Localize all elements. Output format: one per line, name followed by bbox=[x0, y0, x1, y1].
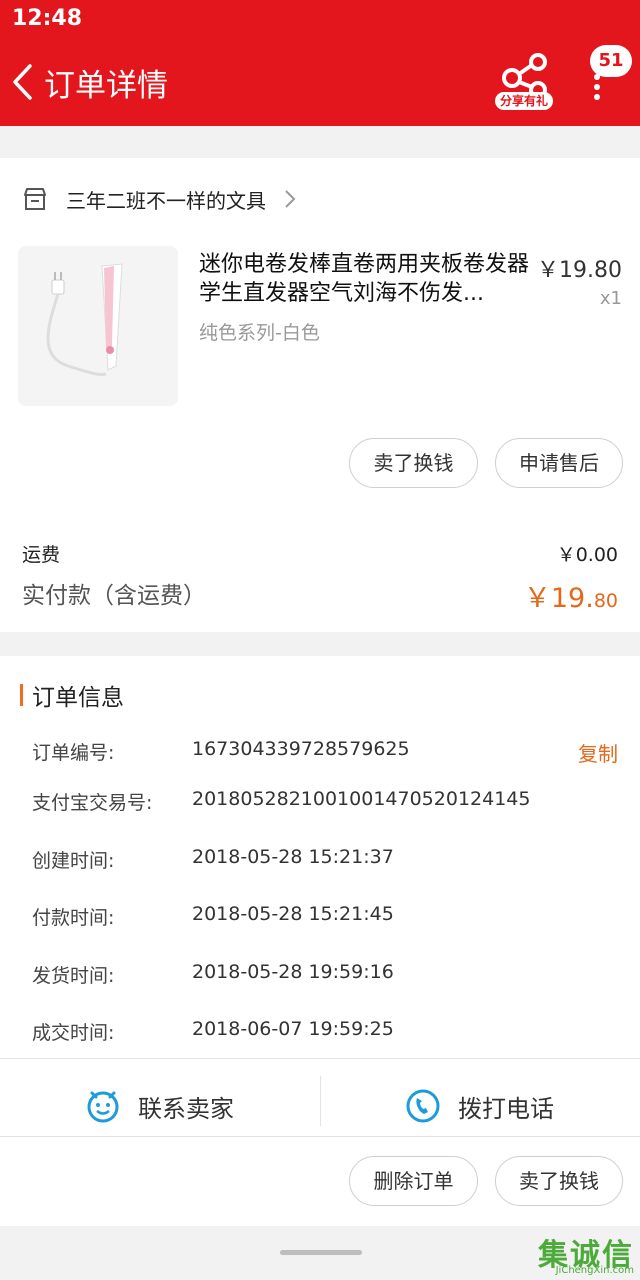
product-title[interactable]: 迷你电卷发棒直卷两用夹板卷发器学生直发器空气刘海不伤发... bbox=[199, 250, 529, 308]
divider bbox=[320, 1076, 321, 1126]
paid-time-row: 付款时间: 2018-05-28 15:21:45 bbox=[32, 903, 618, 933]
shop-row[interactable]: 三年二班不一样的文具 bbox=[22, 184, 296, 214]
delete-order-button[interactable]: 删除订单 bbox=[349, 1156, 478, 1206]
shop-name: 三年二班不一样的文具 bbox=[66, 188, 266, 213]
info-label: 发货时间: bbox=[32, 965, 115, 987]
product-quantity: x1 bbox=[599, 288, 622, 309]
shipping-value: ￥0.00 bbox=[556, 544, 618, 566]
paid-amount-label: 实付款（含运费） bbox=[22, 583, 206, 609]
info-value: 167304339728579625 bbox=[192, 738, 410, 760]
call-phone-label: 拨打电话 bbox=[458, 1094, 554, 1123]
info-label: 支付宝交易号: bbox=[32, 792, 153, 814]
info-label: 付款时间: bbox=[32, 907, 115, 929]
sell-for-cash-button[interactable]: 卖了换钱 bbox=[349, 438, 478, 488]
contact-seller-label: 联系卖家 bbox=[138, 1094, 234, 1123]
back-arrow-icon[interactable] bbox=[10, 62, 36, 102]
page-title: 订单详情 bbox=[44, 68, 168, 104]
chat-smile-icon bbox=[87, 1091, 119, 1123]
shipped-time-row: 发货时间: 2018-05-28 19:59:16 bbox=[32, 961, 618, 991]
order-item-card: 三年二班不一样的文具 迷你电卷发棒直卷两用夹板卷发器学生直发器空气刘海不伤发..… bbox=[0, 158, 640, 632]
shipping-label: 运费 bbox=[22, 544, 61, 566]
order-info-title: 订单信息 bbox=[32, 685, 124, 711]
paid-amount-main: ￥19. bbox=[523, 583, 594, 614]
section-accent-bar bbox=[20, 684, 23, 706]
product-variant: 纯色系列-白色 bbox=[199, 322, 320, 344]
paid-amount-value: ￥19.80 bbox=[524, 576, 618, 615]
phone-icon bbox=[406, 1089, 440, 1123]
call-phone-button[interactable]: 拨打电话 bbox=[406, 1076, 554, 1136]
app-header: 12:48 订单详情 分享有礼 51 bbox=[0, 0, 640, 126]
copy-button[interactable]: 复制 bbox=[578, 738, 618, 767]
info-label: 订单编号: bbox=[32, 742, 115, 764]
info-value: 2018052821001001470520124145 bbox=[192, 788, 531, 810]
info-label: 创建时间: bbox=[32, 850, 115, 872]
info-value: 2018-05-28 15:21:37 bbox=[192, 846, 394, 868]
created-time-row: 创建时间: 2018-05-28 15:21:37 bbox=[32, 846, 618, 876]
store-icon bbox=[24, 188, 46, 210]
hair-straightener-image bbox=[18, 246, 178, 406]
home-indicator[interactable] bbox=[280, 1250, 362, 1255]
alipay-trade-row: 支付宝交易号: 2018052821001001470520124145 bbox=[32, 788, 618, 818]
after-sale-button[interactable]: 申请售后 bbox=[495, 438, 623, 488]
product-thumbnail[interactable] bbox=[18, 246, 178, 406]
product-price: ￥19.80 bbox=[537, 258, 622, 283]
contact-seller-button[interactable]: 联系卖家 bbox=[86, 1076, 234, 1136]
deal-time-row: 成交时间: 2018-06-07 19:59:25 bbox=[32, 1018, 618, 1048]
order-info-card: 订单信息 订单编号: 167304339728579625 复制 支付宝交易号:… bbox=[0, 656, 640, 1226]
paid-amount-cents: 80 bbox=[593, 590, 618, 612]
notification-badge: 51 bbox=[590, 45, 632, 77]
divider bbox=[0, 1136, 640, 1137]
watermark-logo: 集诚信 JiChengXin.com bbox=[523, 1228, 640, 1280]
info-value: 2018-06-07 19:59:25 bbox=[192, 1018, 394, 1040]
watermark-domain: JiChengXin.com bbox=[555, 1265, 634, 1276]
sell-for-cash-button[interactable]: 卖了换钱 bbox=[495, 1156, 623, 1206]
info-value: 2018-05-28 19:59:16 bbox=[192, 961, 394, 983]
order-number-row: 订单编号: 167304339728579625 复制 bbox=[32, 738, 618, 768]
status-time: 12:48 bbox=[12, 6, 83, 31]
divider bbox=[0, 1058, 640, 1059]
share-reward-label: 分享有礼 bbox=[495, 92, 554, 110]
info-value: 2018-05-28 15:21:45 bbox=[192, 903, 394, 925]
chevron-right-icon bbox=[285, 190, 296, 208]
more-menu-icon[interactable] bbox=[590, 74, 604, 100]
info-label: 成交时间: bbox=[32, 1022, 115, 1044]
